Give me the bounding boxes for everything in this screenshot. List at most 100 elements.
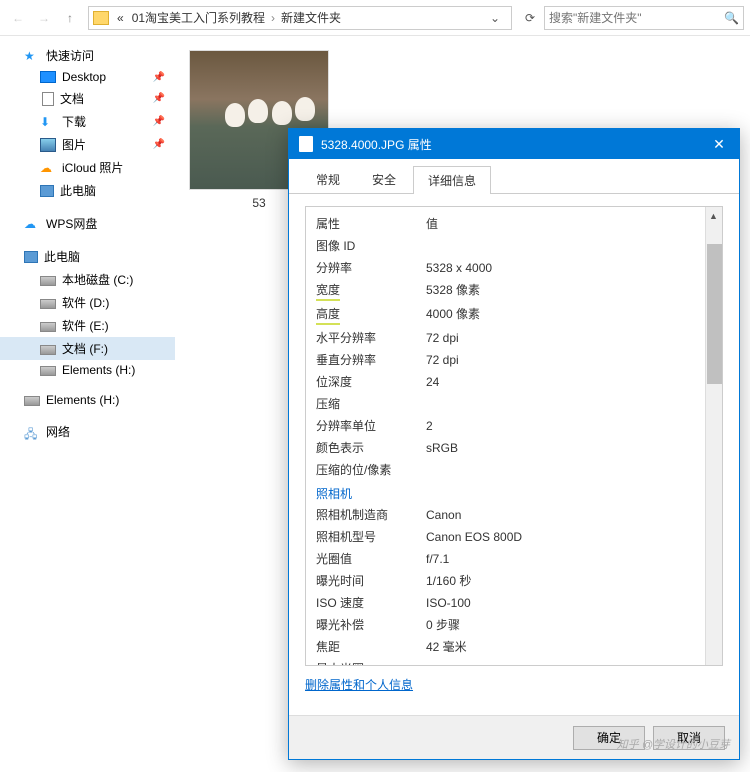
property-value: 0 步骤 [426,616,712,634]
property-section: 照相机 [306,481,722,504]
property-row[interactable]: 宽度5328 像素 [306,279,722,303]
sidebar-item-pictures[interactable]: 图片📌 [0,133,175,156]
property-value: 72 dpi [426,329,712,347]
close-button[interactable]: ✕ [699,129,739,159]
sidebar-item-drive-c[interactable]: 本地磁盘 (C:) [0,268,175,291]
property-row[interactable]: 分辨率单位2 [306,415,722,437]
scrollbar[interactable]: ▲ [705,207,722,665]
file-icon [299,136,313,152]
sidebar-item-downloads[interactable]: ⬇下载📌 [0,110,175,133]
sidebar-item-label: Desktop [62,70,106,84]
property-row[interactable]: 水平分辨率72 dpi [306,327,722,349]
dialog-titlebar[interactable]: 5328.4000.JPG 属性 ✕ [289,129,739,159]
property-row[interactable]: 图像 ID [306,235,722,257]
property-row[interactable]: 高度4000 像素 [306,303,722,327]
nav-up-button[interactable]: ↑ [58,6,82,30]
property-key: 图像 ID [316,237,426,255]
sidebar-item-drive-f[interactable]: 文档 (F:) [0,337,175,360]
property-value: f/7.1 [426,550,712,568]
property-value: 5328 像素 [426,281,712,301]
property-value: ISO-100 [426,594,712,612]
remove-properties-link[interactable]: 删除属性和个人信息 [305,676,413,693]
property-value: 1/160 秒 [426,572,712,590]
sidebar-item-label: Elements (H:) [62,363,135,377]
sidebar-label: 网络 [46,423,70,440]
refresh-button[interactable]: ⟳ [518,6,542,30]
breadcrumb-root[interactable]: « [113,11,128,25]
property-row[interactable]: 压缩 [306,393,722,415]
property-row[interactable]: 焦距42 毫米 [306,636,722,658]
dialog-title: 5328.4000.JPG 属性 [321,136,691,153]
property-key: 光圈值 [316,550,426,568]
drive-icon [24,396,40,406]
sidebar-item-documents[interactable]: 文档📌 [0,87,175,110]
property-row[interactable]: 最大光圈 [306,658,722,665]
property-key: 曝光时间 [316,572,426,590]
breadcrumb-item[interactable]: 新建文件夹 [277,9,345,26]
property-row[interactable]: 照相机型号Canon EOS 800D [306,526,722,548]
sidebar-item-drive-e[interactable]: 软件 (E:) [0,314,175,337]
tab-details[interactable]: 详细信息 [413,166,491,194]
tab-security[interactable]: 安全 [357,165,411,193]
property-row[interactable]: 照相机制造商Canon [306,504,722,526]
sidebar-item-desktop[interactable]: Desktop📌 [0,67,175,87]
breadcrumb-sep: › [269,11,277,25]
scrollbar-thumb[interactable] [707,244,722,384]
toolbar: ← → ↑ « 01淘宝美工入门系列教程 › 新建文件夹 ⌄ ⟳ 🔍 [0,0,750,36]
network-icon: 🖧 [24,425,40,439]
property-row[interactable]: 垂直分辨率72 dpi [306,349,722,371]
address-bar[interactable]: « 01淘宝美工入门系列教程 › 新建文件夹 ⌄ [88,6,512,30]
chevron-down-icon[interactable]: ⌄ [483,6,507,30]
property-value: 4000 像素 [426,305,712,325]
sidebar-wps[interactable]: ☁WPS网盘 [0,212,175,235]
property-row[interactable]: 属性值 [306,213,722,235]
sidebar-item-drive-d[interactable]: 软件 (D:) [0,291,175,314]
computer-icon [40,185,54,197]
property-key: 属性 [316,215,426,233]
sidebar-label: 此电脑 [44,248,80,265]
breadcrumb-item[interactable]: 01淘宝美工入门系列教程 [128,9,269,26]
drive-icon [40,276,56,286]
pictures-icon [40,138,56,152]
property-key: 压缩 [316,395,426,413]
property-row[interactable]: 压缩的位/像素 [306,459,722,481]
sidebar-item-drive-h[interactable]: Elements (H:) [0,360,175,380]
sidebar-network[interactable]: 🖧 网络 [0,420,175,443]
property-key: 水平分辨率 [316,329,426,347]
drive-icon [40,299,56,309]
sidebar-item-label: 文档 [60,90,84,107]
property-key: 颜色表示 [316,439,426,457]
search-input[interactable] [549,11,724,25]
property-key: 宽度 [316,281,426,301]
property-row[interactable]: 颜色表示sRGB [306,437,722,459]
sidebar: ★快速访问 Desktop📌 文档📌 ⬇下载📌 图片📌 ☁iCloud 照片 此… [0,36,175,772]
search-box[interactable]: 🔍 [544,6,744,30]
nav-forward-button[interactable]: → [32,6,56,30]
sidebar-thispc-header[interactable]: 此电脑 [0,245,175,268]
nav-back-button[interactable]: ← [6,6,30,30]
sidebar-elements[interactable]: Elements (H:) [0,390,175,410]
sidebar-item-icloud[interactable]: ☁iCloud 照片 [0,156,175,179]
property-key: 照相机型号 [316,528,426,546]
sidebar-label: WPS网盘 [46,215,97,232]
property-row[interactable]: ISO 速度ISO-100 [306,592,722,614]
property-row[interactable]: 曝光时间1/160 秒 [306,570,722,592]
properties-dialog: 5328.4000.JPG 属性 ✕ 常规 安全 详细信息 属性值图像 ID分辨… [288,128,740,760]
sidebar-item-label: 软件 (D:) [62,294,109,311]
property-key: 垂直分辨率 [316,351,426,369]
property-row[interactable]: 位深度24 [306,371,722,393]
property-value [426,395,712,413]
property-value: 值 [426,215,712,233]
property-key: 位深度 [316,373,426,391]
scroll-up-icon[interactable]: ▲ [706,207,721,224]
property-row[interactable]: 分辨率5328 x 4000 [306,257,722,279]
tab-general[interactable]: 常规 [301,165,355,193]
property-row[interactable]: 曝光补偿0 步骤 [306,614,722,636]
sidebar-item-thispc[interactable]: 此电脑 [0,179,175,202]
document-icon [42,92,54,106]
sidebar-quick-access[interactable]: ★快速访问 [0,44,175,67]
property-row[interactable]: 光圈值f/7.1 [306,548,722,570]
property-key: 最大光圈 [316,660,426,665]
property-value: 24 [426,373,712,391]
property-key: 压缩的位/像素 [316,461,426,479]
